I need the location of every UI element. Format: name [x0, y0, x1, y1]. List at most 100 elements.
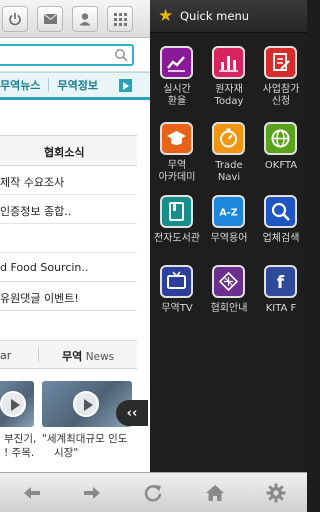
- drawer-collapse-handle[interactable]: ‹‹: [116, 400, 148, 426]
- refresh-button[interactable]: [133, 479, 173, 507]
- caption-line: 시장": [54, 447, 79, 459]
- video-caption-left[interactable]: 부진기, ! 주목.: [4, 432, 36, 460]
- user-button[interactable]: [72, 6, 98, 32]
- menu-item-trade-academy[interactable]: 무역 아카데미: [151, 122, 203, 192]
- application-form-icon: [264, 46, 297, 79]
- menu-item-trade-terms[interactable]: A-Z 무역용어: [203, 195, 255, 265]
- video-thumbnail[interactable]: [0, 381, 34, 427]
- svg-text:f: f: [277, 273, 285, 292]
- play-icon: [73, 391, 99, 417]
- menu-item-label: 무역용어: [199, 233, 259, 245]
- menu-item-kita-facebook[interactable]: f KITA F: [255, 265, 307, 335]
- quick-menu-title: Quick menu: [180, 9, 250, 23]
- media-tab-bold: 무역: [62, 350, 83, 363]
- search-row: [0, 38, 150, 72]
- media-tab-light: News: [85, 351, 115, 363]
- list-item-text: 인증정보 종합..: [0, 205, 72, 218]
- grid-icon: [113, 12, 127, 26]
- quick-menu-header: ★ Quick menu: [150, 0, 307, 33]
- raw-material-bar-chart-icon: [212, 46, 245, 79]
- search-input[interactable]: [0, 44, 134, 66]
- label-line: Trade: [215, 160, 243, 171]
- arrow-right-icon: [84, 487, 100, 499]
- arrow-left-icon: [24, 487, 40, 499]
- caption-line: "세계최대규모 인도: [42, 433, 128, 445]
- media-tab-trade-news[interactable]: 무역 News: [62, 348, 114, 364]
- tab-trade-info[interactable]: 무역정보: [57, 77, 97, 93]
- video-caption-right[interactable]: "세계최대규모 인도 시장": [42, 432, 127, 460]
- list-item[interactable]: 인증정보 종합..: [0, 195, 137, 224]
- power-button[interactable]: [2, 6, 28, 32]
- association-news-box: 협회소식 제작 수요조사 인증정보 종합.. d Food Sourcin.. …: [0, 135, 137, 311]
- compass-icon: [212, 122, 245, 155]
- tab-next-arrow-icon[interactable]: [119, 79, 132, 92]
- gear-icon: [266, 483, 286, 503]
- back-button[interactable]: [12, 479, 52, 507]
- association-news-header: 협회소식: [0, 136, 137, 166]
- menu-item-e-library[interactable]: 전자도서관: [151, 195, 203, 265]
- menu-item-okfta[interactable]: OKFTA: [255, 122, 307, 192]
- label-line: 업체검색: [262, 233, 300, 244]
- search-icon[interactable]: [114, 48, 128, 62]
- list-item-text: d Food Sourcin..: [0, 261, 89, 274]
- media-tab-partial[interactable]: ar: [0, 349, 11, 362]
- label-line: 원자재: [215, 84, 243, 95]
- menu-item-business-application[interactable]: 사업참가 신청: [255, 46, 307, 116]
- double-chevron-left-icon: ‹‹: [126, 405, 138, 421]
- menu-item-trade-tv[interactable]: 무역TV: [151, 265, 203, 335]
- star-icon: ★: [158, 6, 174, 26]
- menu-item-label: Trade Navi: [199, 160, 259, 184]
- menu-item-label: 무역 아카데미: [147, 160, 207, 184]
- graduation-cap-icon: [160, 122, 193, 155]
- facebook-icon: f: [264, 265, 297, 298]
- news-tab-bar: 무역뉴스 무역정보: [0, 72, 150, 100]
- label-line: KITA F: [265, 303, 297, 314]
- mail-icon: [43, 13, 57, 24]
- menu-item-raw-material[interactable]: 원자재 Today: [203, 46, 255, 116]
- power-icon: [9, 13, 21, 26]
- menu-item-association-guide[interactable]: 협회안내: [203, 265, 255, 335]
- video-news-box: ar 무역 News 부진기, ! 주목. "세계최대규모 인도 시장": [0, 340, 137, 472]
- mail-button[interactable]: [37, 6, 63, 32]
- label-line: 신청: [271, 96, 291, 107]
- play-icon: [0, 391, 26, 417]
- globe-icon: [264, 122, 297, 155]
- list-item[interactable]: [0, 224, 137, 253]
- book-icon: [160, 195, 193, 228]
- video-news-header: ar 무역 News: [0, 341, 137, 369]
- association-logo-icon: [212, 265, 245, 298]
- search-company-icon: [264, 195, 297, 228]
- list-item[interactable]: 제작 수요조사: [0, 166, 137, 195]
- home-button[interactable]: [195, 479, 235, 507]
- menu-item-label: 업체검색: [251, 233, 311, 245]
- list-item[interactable]: 유원댓글 이벤트!: [0, 282, 137, 311]
- label-line: 아카데미: [158, 172, 196, 183]
- bottom-navigation-bar: [0, 472, 307, 512]
- tv-icon: [160, 265, 193, 298]
- tab-divider: [48, 78, 50, 92]
- menu-item-label: 협회안내: [199, 303, 259, 315]
- label-line: 무역TV: [161, 303, 193, 314]
- menu-item-company-search[interactable]: 업체검색: [255, 195, 307, 265]
- exchange-rate-chart-icon: [160, 46, 193, 79]
- label-line: 무역: [167, 160, 187, 171]
- menu-item-exchange-rate[interactable]: 실시간 환율: [151, 46, 203, 116]
- list-item-text: 제작 수요조사: [0, 176, 65, 189]
- label-line: Today: [214, 96, 244, 107]
- caption-line: ! 주목.: [4, 447, 35, 459]
- list-item[interactable]: d Food Sourcin..: [0, 253, 137, 282]
- caption-line: 부진기,: [4, 433, 37, 445]
- apps-button[interactable]: [107, 6, 133, 32]
- menu-item-label: KITA F: [251, 303, 311, 315]
- tab-trade-news[interactable]: 무역뉴스: [0, 77, 40, 93]
- settings-button[interactable]: [256, 479, 296, 507]
- svg-text:A-Z: A-Z: [219, 208, 237, 219]
- a-to-z-icon: A-Z: [212, 195, 245, 228]
- label-line: 실시간: [163, 84, 191, 95]
- label-line: 협회안내: [210, 303, 248, 314]
- forward-button[interactable]: [72, 479, 112, 507]
- menu-item-trade-navi[interactable]: Trade Navi: [203, 122, 255, 192]
- label-line: 사업참가: [262, 84, 300, 95]
- association-news-title: 협회소식: [44, 146, 85, 159]
- label-line: 전자도서관: [154, 233, 200, 244]
